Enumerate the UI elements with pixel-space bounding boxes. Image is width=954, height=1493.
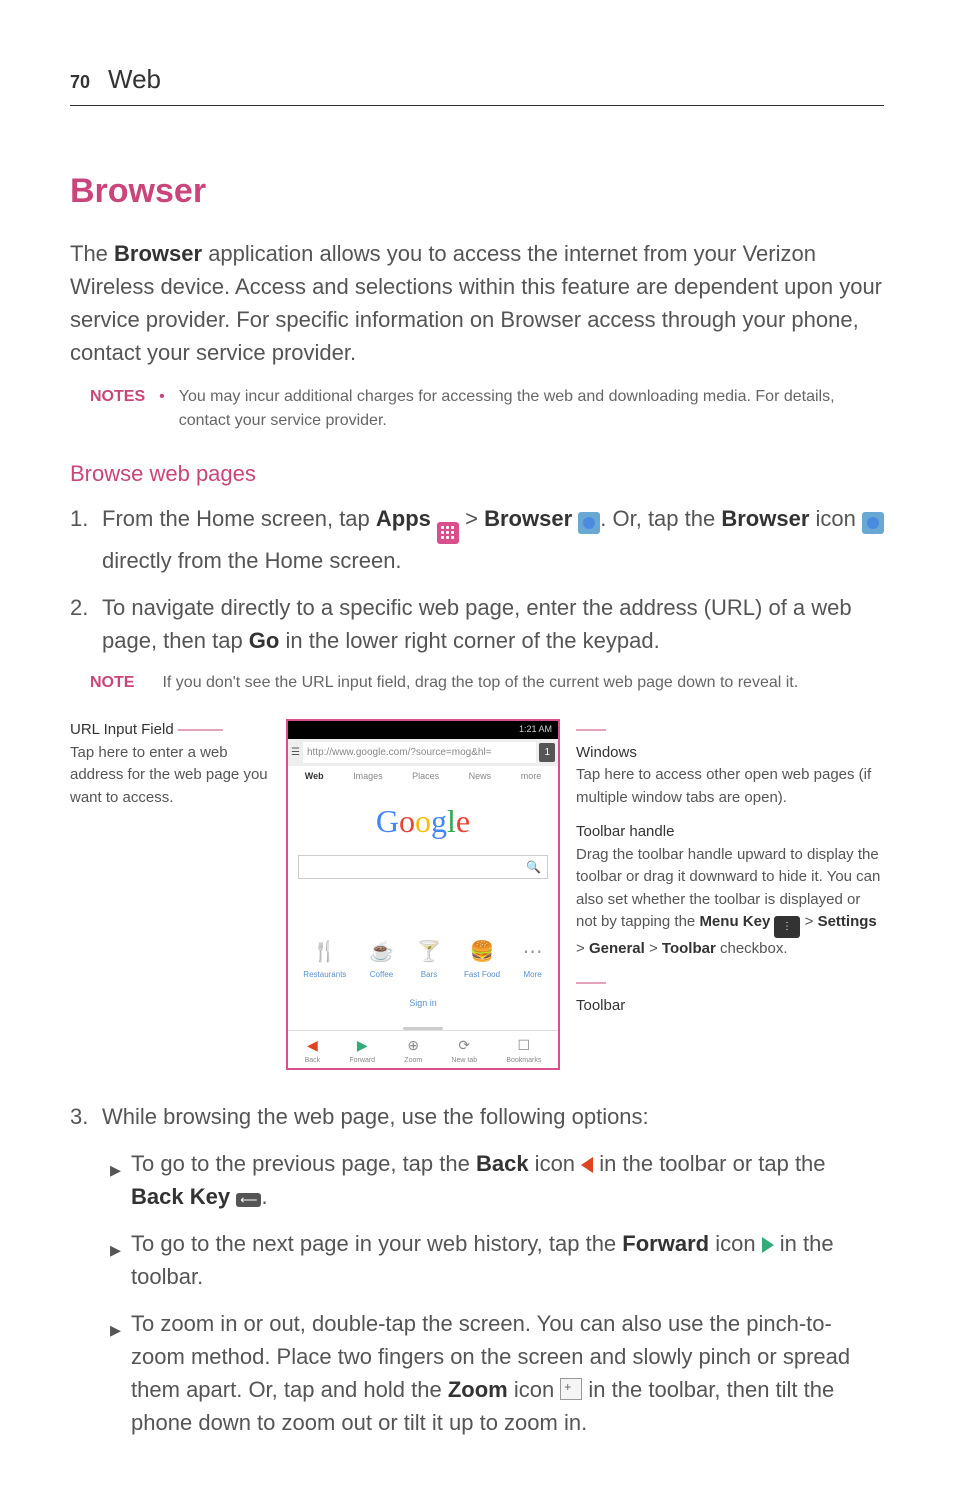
- step-1: 1. From the Home screen, tap Apps > Brow…: [70, 502, 884, 577]
- subsection-title: Browse web pages: [70, 457, 884, 490]
- google-search-box: 🔍: [298, 855, 548, 879]
- bullet-icon: •: [159, 385, 165, 409]
- phone-screenshot: 1:21 AM ☰ http://www.google.com/?source=…: [286, 719, 560, 1070]
- bullet-3: ▸ To zoom in or out, double-tap the scre…: [110, 1307, 884, 1439]
- cat-fastfood: 🍔Fast Food: [464, 937, 500, 981]
- notes-block: NOTES • You may incur additional charges…: [90, 385, 884, 433]
- bullet-body: To go to the previous page, tap the Back…: [131, 1147, 884, 1213]
- google-categories: 🍴Restaurants ☕Coffee 🍸Bars 🍔Fast Food ⋯M…: [288, 927, 558, 991]
- page-header: 70 Web: [70, 60, 884, 106]
- intro-para: The Browser application allows you to ac…: [70, 237, 884, 369]
- back-icon: [581, 1157, 593, 1173]
- cat-more: ⋯More: [523, 937, 543, 981]
- page-number: 70: [70, 69, 90, 96]
- annotation-heading: Toolbar: [576, 995, 884, 1018]
- tb-forward: ▶Forward: [349, 1035, 375, 1067]
- bullet-icon: ▸: [110, 1233, 121, 1293]
- back-key-icon: ⟵: [236, 1193, 261, 1207]
- phone-statusbar: 1:21 AM: [288, 721, 558, 739]
- page-title: Browser: [70, 166, 884, 217]
- step-body: To navigate directly to a specific web p…: [102, 591, 884, 657]
- bookmark-icon: ☰: [291, 745, 300, 760]
- bullet-body: To go to the next page in your web histo…: [131, 1227, 884, 1293]
- step-2: 2. To navigate directly to a specific we…: [70, 591, 884, 657]
- tb-back: ◀Back: [305, 1035, 321, 1067]
- step-number: 3.: [70, 1100, 92, 1133]
- forward-icon: [762, 1237, 774, 1253]
- note-label: NOTE: [90, 671, 134, 695]
- url-input: http://www.google.com/?source=mog&hl=: [303, 742, 536, 763]
- annotation-left: URL Input Field ——— Tap here to enter a …: [70, 719, 270, 821]
- google-tabs: Web Images Places News more: [288, 766, 558, 788]
- bullet-body: To zoom in or out, double-tap the screen…: [131, 1307, 884, 1439]
- annotated-screenshot: URL Input Field ——— Tap here to enter a …: [70, 719, 884, 1070]
- annotation-body: Tap here to enter a web address for the …: [70, 744, 268, 806]
- step-number: 1.: [70, 502, 92, 577]
- bullet-icon: ▸: [110, 1313, 121, 1439]
- zoom-icon: [560, 1378, 582, 1400]
- tb-zoom: ⊕Zoom: [404, 1035, 422, 1067]
- search-icon: 🔍: [526, 858, 541, 876]
- notes-label: NOTES: [90, 385, 145, 409]
- step-body: From the Home screen, tap Apps > Browser…: [102, 502, 884, 577]
- cat-bars: 🍸Bars: [417, 937, 442, 981]
- annotation-heading: Windows: [576, 742, 884, 765]
- tb-bookmarks: ☐Bookmarks: [506, 1035, 541, 1067]
- step-body: While browsing the web page, use the fol…: [102, 1100, 884, 1133]
- phone-urlbar: ☰ http://www.google.com/?source=mog&hl= …: [288, 739, 558, 766]
- phone-toolbar: ◀Back ▶Forward ⊕Zoom ⟳New tab ☐Bookmarks: [288, 1030, 558, 1069]
- bullet-icon: ▸: [110, 1153, 121, 1213]
- annotation-right: ——Windows Tap here to access other open …: [576, 719, 884, 1029]
- notes-text: You may incur additional charges for acc…: [179, 385, 884, 433]
- browser-icon: [578, 512, 600, 534]
- menu-key-icon: ⋮: [774, 916, 800, 938]
- step-number: 2.: [70, 591, 92, 657]
- annotation-heading: Toolbar handle: [576, 821, 884, 844]
- tb-newtab: ⟳New tab: [451, 1035, 477, 1067]
- browser-icon: [862, 512, 884, 534]
- cat-restaurants: 🍴Restaurants: [303, 937, 346, 981]
- annotation-body: Tap here to access other open web pages …: [576, 766, 871, 806]
- step-3: 3. While browsing the web page, use the …: [70, 1100, 884, 1133]
- annotation-heading: URL Input Field: [70, 721, 174, 738]
- google-logo: Google: [288, 787, 558, 851]
- cat-coffee: ☕Coffee: [369, 937, 394, 981]
- section-title: Web: [108, 60, 161, 99]
- annotation-body: Drag the toolbar handle upward to displa…: [576, 846, 880, 957]
- google-signin: Sign in: [288, 991, 558, 1027]
- window-count: 1: [539, 743, 555, 762]
- note-block: NOTE If you don't see the URL input fiel…: [90, 671, 884, 695]
- bullet-1: ▸ To go to the previous page, tap the Ba…: [110, 1147, 884, 1213]
- note-text: If you don't see the URL input field, dr…: [162, 671, 798, 695]
- apps-icon: [437, 522, 459, 544]
- bullet-2: ▸ To go to the next page in your web his…: [110, 1227, 884, 1293]
